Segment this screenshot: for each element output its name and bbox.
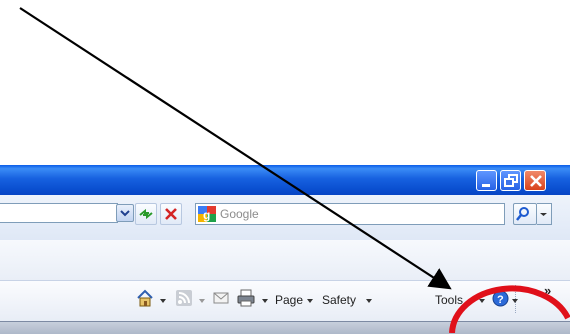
search-options-button[interactable]	[537, 203, 552, 225]
search-input[interactable]: g Google	[195, 203, 505, 225]
google-logo-icon: g	[198, 206, 216, 222]
mail-icon[interactable]	[213, 291, 229, 305]
minimize-icon	[482, 184, 490, 187]
tools-dropdown-caret[interactable]	[479, 299, 485, 303]
home-dropdown-caret[interactable]	[160, 299, 166, 303]
help-icon[interactable]: ?	[492, 290, 509, 307]
close-icon	[530, 175, 542, 187]
restore-button[interactable]	[500, 170, 521, 191]
svg-text:g: g	[203, 208, 210, 222]
tab-strip	[0, 240, 570, 281]
safety-menu[interactable]: Safety	[322, 293, 356, 307]
chevron-down-icon	[120, 210, 130, 217]
minimize-button[interactable]	[476, 170, 497, 191]
address-input[interactable]	[0, 203, 118, 223]
print-dropdown-caret[interactable]	[262, 299, 268, 303]
safety-dropdown-caret[interactable]	[366, 299, 372, 303]
rss-feed-icon[interactable]	[176, 290, 192, 306]
stop-icon	[165, 208, 177, 220]
more-commands-chevron[interactable]: »	[544, 283, 551, 298]
page-dropdown-caret[interactable]	[307, 299, 313, 303]
home-icon[interactable]	[136, 288, 154, 308]
address-dropdown-button[interactable]	[116, 204, 134, 222]
svg-text:?: ?	[497, 294, 504, 306]
refresh-icon	[139, 208, 153, 220]
content-area-edge	[0, 321, 570, 334]
refresh-button[interactable]	[135, 203, 157, 225]
chevron-down-icon	[540, 213, 547, 216]
search-button[interactable]	[513, 203, 537, 225]
tools-menu[interactable]: Tools	[435, 293, 463, 307]
printer-icon[interactable]	[237, 289, 255, 307]
restore-icon	[504, 174, 518, 187]
search-placeholder: Google	[220, 207, 259, 221]
page-menu[interactable]: Page	[275, 293, 303, 307]
stop-button[interactable]	[160, 203, 182, 225]
feeds-dropdown-caret[interactable]	[199, 299, 205, 303]
close-button[interactable]	[524, 170, 546, 191]
help-dropdown-caret[interactable]	[512, 299, 518, 303]
search-icon	[516, 207, 529, 221]
